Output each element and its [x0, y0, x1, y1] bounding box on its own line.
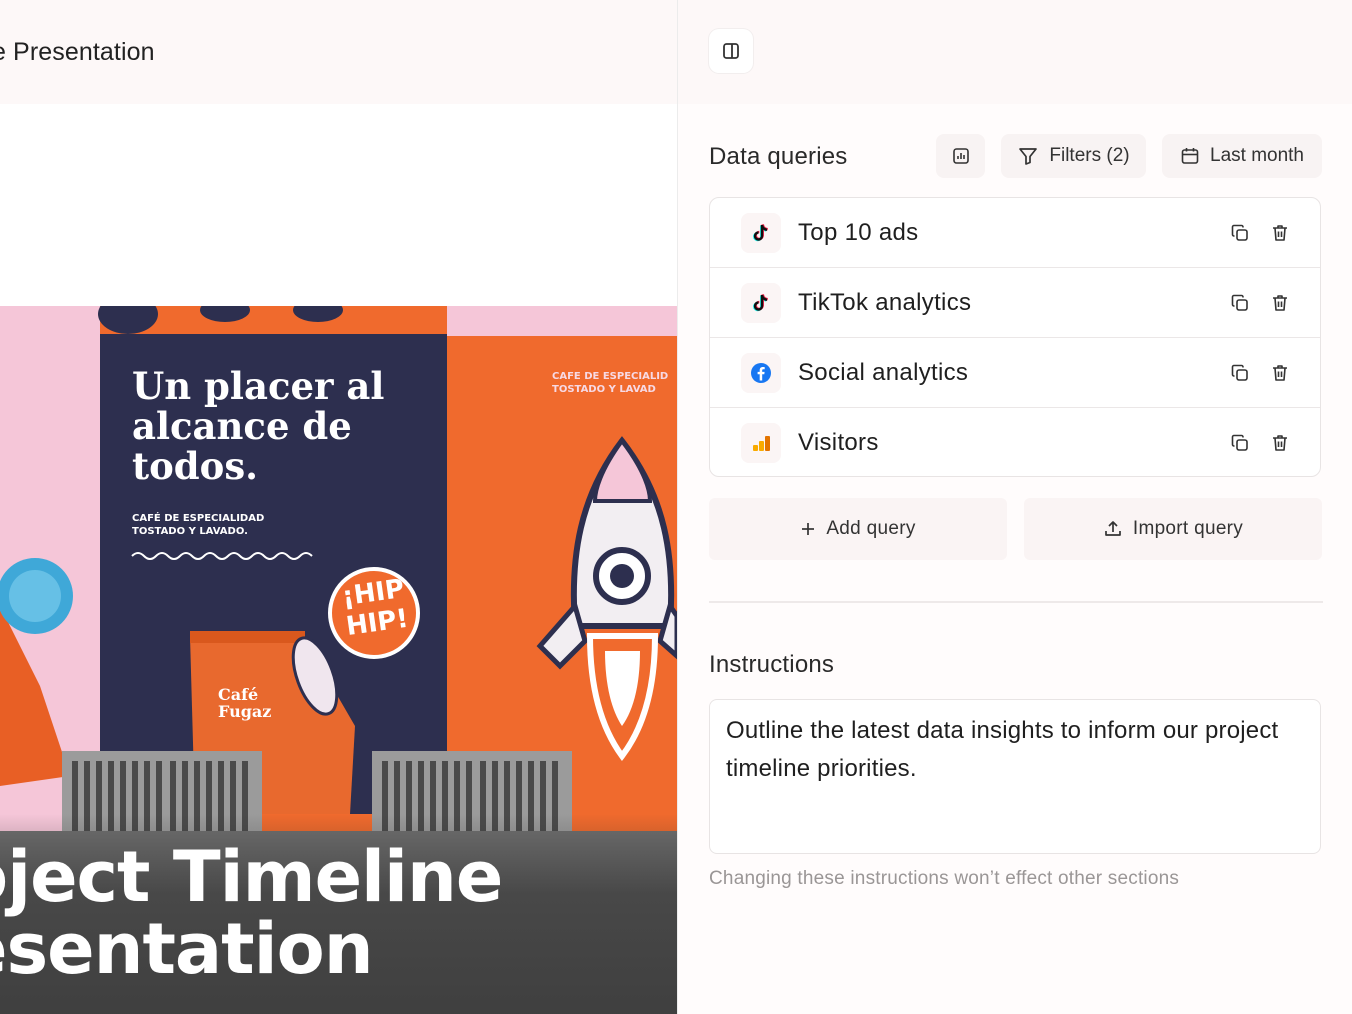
query-row[interactable]: TikTok analytics: [710, 268, 1320, 338]
poster-headline: Un placer al alcance de todos.: [132, 364, 385, 488]
section-divider: [709, 601, 1323, 603]
instructions-title: Instructions: [709, 651, 835, 678]
sidebar-header: [678, 0, 1352, 104]
trash-icon[interactable]: [1269, 432, 1291, 454]
add-query-label: Add query: [826, 518, 916, 539]
add-query-button[interactable]: Add query: [709, 498, 1007, 560]
instructions-hint: Changing these instructions won’t effect…: [709, 868, 1180, 889]
query-row[interactable]: Social analytics: [710, 338, 1320, 408]
facebook-icon: [741, 353, 781, 393]
filter-icon: [1019, 148, 1038, 165]
slide-title[interactable]: oject Timeline esentation: [0, 841, 503, 985]
panel-right-icon: [723, 43, 739, 59]
trash-icon[interactable]: [1269, 222, 1291, 244]
slide-canvas: e Presentation Un placer al alcance de t…: [0, 0, 677, 1014]
query-label: Visitors: [798, 429, 879, 456]
query-label: TikTok analytics: [798, 288, 972, 316]
query-list: Top 10 ads TikTok analytics Social analy…: [709, 197, 1321, 477]
chart-view-button[interactable]: [936, 134, 985, 178]
tiktok-icon: [741, 283, 781, 323]
instructions-textarea[interactable]: Outline the latest data insights to info…: [709, 699, 1321, 854]
bar-chart-icon: [952, 148, 969, 164]
panel-toggle-button[interactable]: [709, 29, 753, 73]
query-row[interactable]: Visitors: [710, 408, 1320, 476]
upload-icon: [1105, 521, 1121, 536]
import-query-button[interactable]: Import query: [1024, 498, 1322, 560]
query-label: Top 10 ads: [798, 218, 919, 246]
document-title[interactable]: e Presentation: [0, 38, 155, 67]
bag-label: Café Fugaz: [218, 685, 272, 721]
trash-icon[interactable]: [1269, 292, 1291, 314]
date-range-button[interactable]: Last month: [1162, 134, 1322, 178]
duplicate-icon[interactable]: [1229, 222, 1251, 244]
tiktok-icon: [741, 213, 781, 253]
duplicate-icon[interactable]: [1229, 362, 1251, 384]
document-header: e Presentation: [0, 0, 677, 104]
trash-icon[interactable]: [1269, 362, 1291, 384]
hip-hip-sticker: ¡HIP HIP!: [340, 573, 411, 643]
duplicate-icon[interactable]: [1229, 292, 1251, 314]
calendar-icon: [1181, 148, 1199, 164]
filters-label: Filters (2): [1049, 145, 1130, 166]
poster-side-text: CAFE DE ESPECIALID TOSTADO Y LAVAD: [552, 371, 669, 395]
duplicate-icon[interactable]: [1229, 432, 1251, 454]
query-label: Social analytics: [798, 358, 969, 386]
sidebar-panel: Data queries Filters (2) Last month Top …: [678, 0, 1352, 1014]
filters-button[interactable]: Filters (2): [1001, 134, 1146, 178]
hero-image[interactable]: Un placer al alcance de todos. CAFÉ DE E…: [0, 306, 677, 1014]
plus-icon: [802, 523, 815, 535]
data-queries-title: Data queries: [709, 143, 848, 170]
import-query-label: Import query: [1132, 518, 1244, 539]
google-analytics-icon: [741, 423, 781, 463]
query-row[interactable]: Top 10 ads: [710, 198, 1320, 268]
poster-subtitle: CAFÉ DE ESPECIALIDAD TOSTADO Y LAVADO.: [132, 513, 265, 537]
date-range-label: Last month: [1210, 145, 1304, 166]
